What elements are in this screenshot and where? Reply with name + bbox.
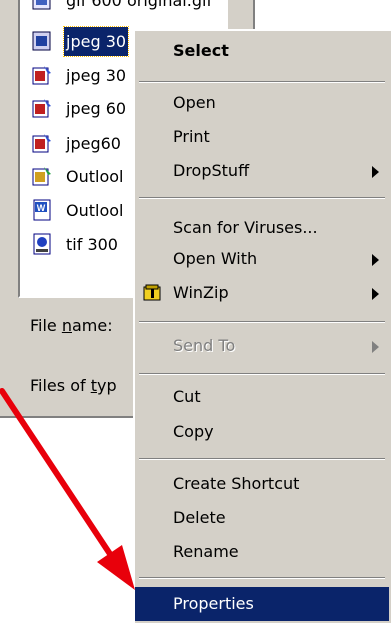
- file-item-label: tif 300: [66, 235, 118, 254]
- winzip-icon: [143, 284, 161, 301]
- jpeg-file-icon: [32, 134, 51, 153]
- file-item-label: jpeg 30: [62, 26, 130, 57]
- menu-item-label: Open With: [173, 249, 258, 268]
- menu-separator: [139, 458, 385, 460]
- files-of-type-label: Files of typ: [30, 376, 117, 395]
- submenu-arrow-icon: [372, 166, 379, 178]
- menu-item-scan-for-viruses[interactable]: Scan for Viruses...: [135, 211, 389, 245]
- outlook-file-icon: [32, 167, 51, 186]
- menu-item-select[interactable]: Select: [135, 34, 389, 68]
- menu-separator: [139, 577, 385, 579]
- menu-item-winzip[interactable]: WinZip: [135, 276, 389, 310]
- menu-separator: [139, 321, 385, 323]
- menu-item-label: WinZip: [173, 283, 229, 302]
- menu-separator: [139, 373, 385, 375]
- menu-separator: [139, 81, 385, 83]
- file-item-label: gif 600 original.gif: [66, 0, 213, 10]
- menu-item-open-with[interactable]: Open With: [135, 242, 389, 276]
- menu-item-properties[interactable]: Properties: [135, 587, 389, 621]
- jpeg-file-icon: [32, 99, 51, 118]
- menu-item-label: DropStuff: [173, 161, 250, 180]
- svg-text:W: W: [37, 203, 46, 213]
- menu-item-open[interactable]: Open: [135, 86, 389, 120]
- menu-item-rename[interactable]: Rename: [135, 535, 389, 569]
- menu-item-print[interactable]: Print: [135, 120, 389, 154]
- jpeg-file-icon: [32, 66, 51, 85]
- submenu-arrow-icon: [372, 341, 379, 353]
- menu-item-cut[interactable]: Cut: [135, 380, 389, 414]
- menu-item-label: Send To: [173, 336, 236, 355]
- file-item-label: jpeg 60: [66, 99, 127, 118]
- menu-separator: [139, 197, 385, 199]
- menu-item-copy[interactable]: Copy: [135, 415, 389, 449]
- jpeg-file-icon: [32, 31, 51, 51]
- context-menu: Select Open Print DropStuff Scan for Vir…: [133, 29, 391, 623]
- menu-item-dropstuff[interactable]: DropStuff: [135, 154, 389, 188]
- file-name-label: File name:: [30, 316, 113, 335]
- submenu-arrow-icon: [372, 288, 379, 300]
- menu-item-create-shortcut[interactable]: Create Shortcut: [135, 467, 389, 501]
- file-item-label: jpeg 30: [66, 66, 127, 85]
- file-item-label: jpeg60: [66, 134, 121, 153]
- gif-file-icon: [32, 0, 51, 10]
- file-item-label: Outlool: [66, 201, 124, 220]
- tif-file-icon: [33, 233, 51, 255]
- file-item-label: Outlool: [66, 167, 124, 186]
- menu-item-send-to: Send To: [135, 329, 389, 363]
- submenu-arrow-icon: [372, 254, 379, 266]
- menu-item-delete[interactable]: Delete: [135, 501, 389, 535]
- word-document-icon: W: [33, 199, 51, 221]
